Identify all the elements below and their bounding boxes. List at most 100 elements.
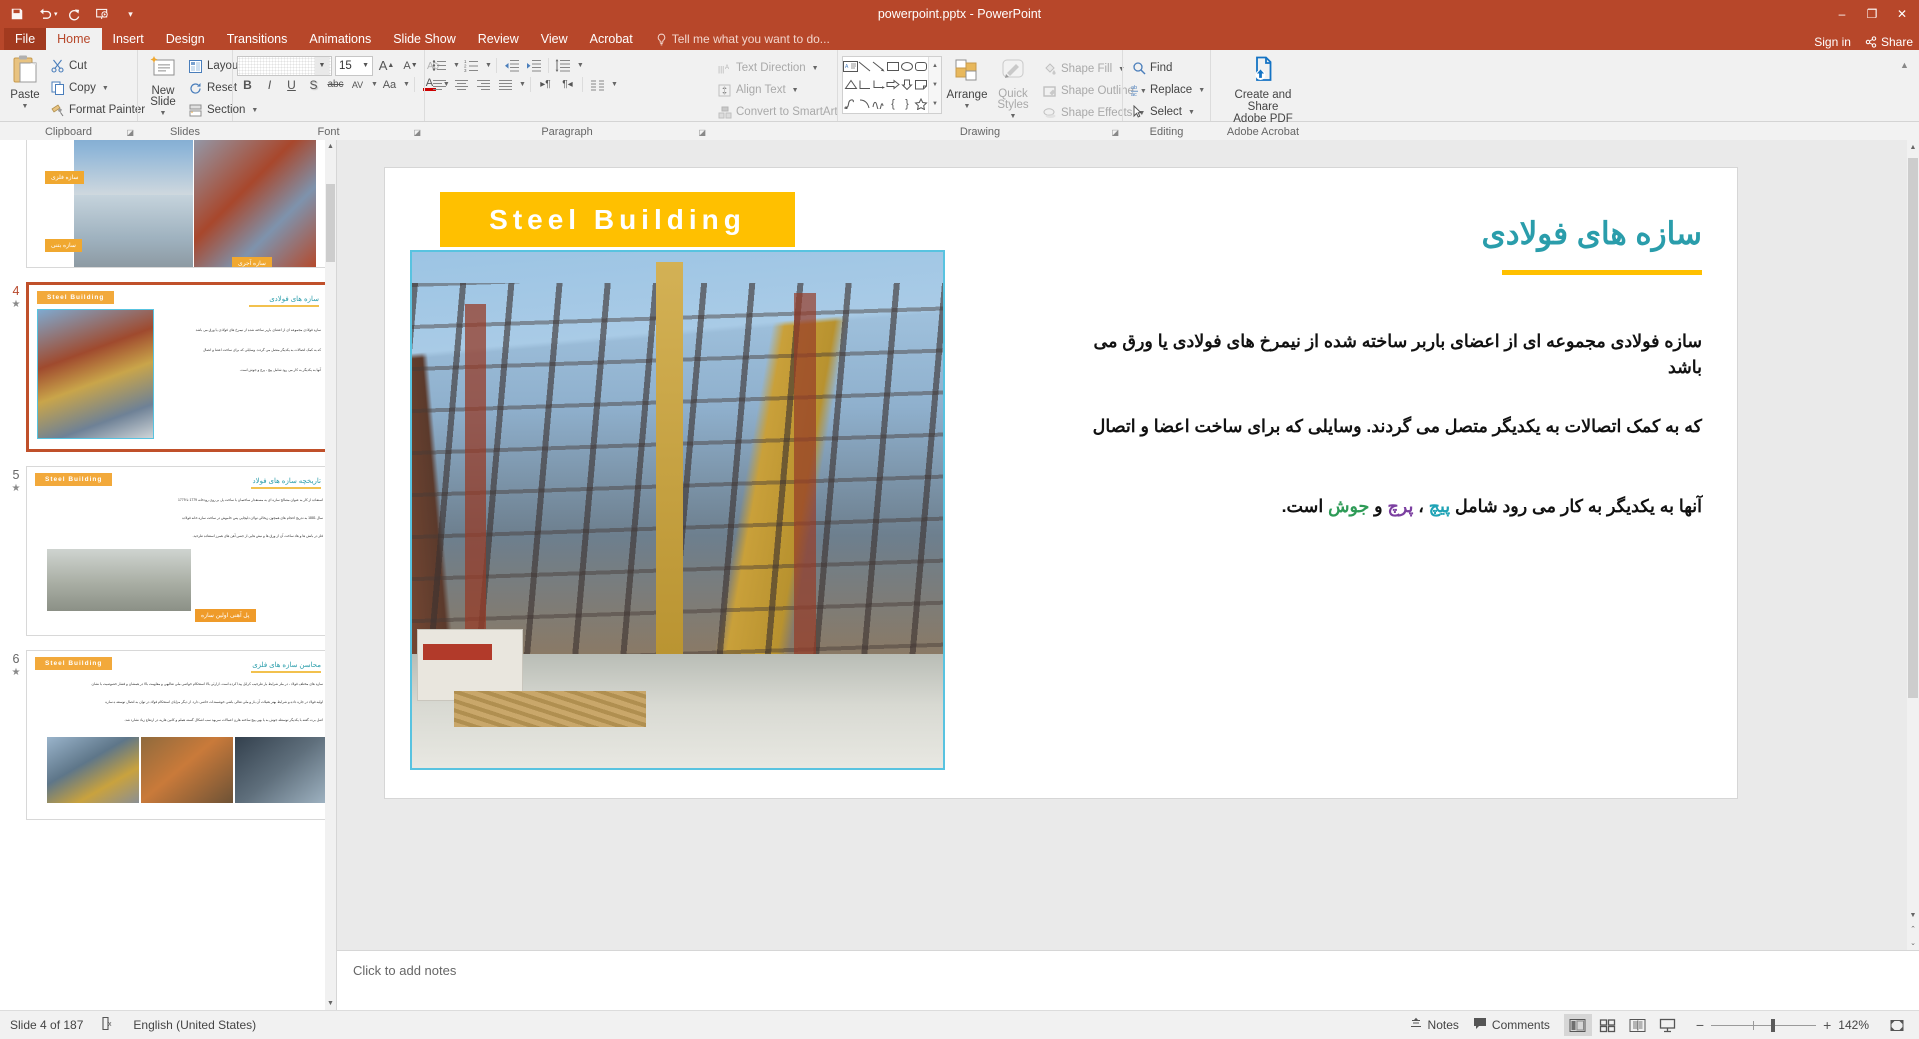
justify-button[interactable] <box>495 74 516 95</box>
shape-triangle[interactable] <box>843 76 858 95</box>
language-status[interactable]: English (United States) <box>133 1018 256 1032</box>
reading-view-button[interactable] <box>1624 1014 1652 1036</box>
slide-photo[interactable] <box>410 250 945 770</box>
tell-me-text[interactable]: Tell me what you want to do... <box>672 32 830 46</box>
align-left-button[interactable] <box>429 74 450 95</box>
account-area[interactable]: Sign in Share <box>1814 35 1913 49</box>
arrange-button[interactable]: Arrange ▼ <box>946 56 988 115</box>
shapes-more-icon[interactable]: ▼ <box>929 94 941 113</box>
tell-me-search[interactable]: Tell me what you want to do... <box>644 28 830 50</box>
shape-rounded-rect[interactable] <box>914 57 928 76</box>
slide-canvas-area[interactable]: Steel Building سازه های فولادی سازه فولا… <box>337 140 1919 950</box>
paste-button[interactable]: Paste ▼ <box>4 53 46 115</box>
ribbon-collapse-icon[interactable]: ▲ <box>1894 54 1915 75</box>
change-case-button[interactable]: Aa <box>379 74 400 95</box>
slide-heading[interactable]: سازه های فولادی <box>1482 216 1703 252</box>
notes-toggle-button[interactable]: Notes <box>1409 1017 1459 1033</box>
justify-dropdown-icon[interactable]: ▼ <box>519 81 526 88</box>
shapes-scroll-down-icon[interactable]: ▼ <box>929 76 941 95</box>
shape-arrow[interactable] <box>872 57 886 76</box>
zoom-in-button[interactable]: + <box>1823 1017 1831 1033</box>
share-button[interactable]: Share <box>1865 35 1913 49</box>
copy-dropdown-icon[interactable]: ▼ <box>102 85 109 92</box>
change-case-dropdown-icon[interactable]: ▼ <box>403 81 410 88</box>
zoom-out-button[interactable]: − <box>1696 1017 1704 1033</box>
tab-file[interactable]: File <box>4 28 46 50</box>
stage-scroll-down-icon[interactable]: ▼ <box>1907 908 1919 922</box>
tab-animations[interactable]: Animations <box>298 28 382 50</box>
stage-scroll-thumb[interactable] <box>1908 158 1918 698</box>
paragraph-dialog-launcher[interactable]: ◪ <box>698 128 706 137</box>
slide-vertical-scrollbar[interactable]: ▲ ▼ ⌃ ⌄ <box>1907 140 1919 950</box>
shape-freeform[interactable] <box>843 94 858 113</box>
convert-to-smartart-button[interactable]: Convert to SmartArt ▼ <box>713 101 855 123</box>
thumbnail-row-3[interactable]: 3 ★ سازه فلزی سازه بتنی سازه آجری <box>0 140 336 268</box>
minimize-button[interactable]: – <box>1827 0 1857 28</box>
window-controls[interactable]: – ❐ ✕ <box>1827 0 1917 28</box>
shape-down-arrow[interactable] <box>900 76 914 95</box>
panel-scroll-down-icon[interactable]: ▼ <box>325 997 336 1010</box>
shape-rectangle[interactable] <box>886 57 900 76</box>
previous-slide-icon[interactable]: ⌃ <box>1907 922 1919 936</box>
shape-arc[interactable] <box>872 94 886 113</box>
stage-scroll-up-icon[interactable]: ▲ <box>1907 140 1919 154</box>
align-right-button[interactable] <box>473 74 494 95</box>
select-button[interactable]: Select ▼ <box>1127 101 1199 123</box>
font-name-dropdown-icon[interactable]: ▼ <box>315 57 329 75</box>
copy-button[interactable]: Copy ▼ <box>46 77 149 99</box>
slide-paragraph-3[interactable]: آنها به یکدیگر به کار می رود شامل پیچ ، … <box>1082 493 1702 519</box>
tab-view[interactable]: View <box>530 28 579 50</box>
bold-button[interactable]: B <box>237 74 258 95</box>
tab-acrobat[interactable]: Acrobat <box>579 28 644 50</box>
shape-elbow-connector[interactable] <box>858 76 872 95</box>
text-shadow-button[interactable]: S <box>303 74 324 95</box>
increase-indent-button[interactable] <box>523 55 544 76</box>
shape-line[interactable] <box>858 57 872 76</box>
panel-scroll-thumb[interactable] <box>326 184 335 262</box>
align-text-dropdown-icon[interactable]: ▼ <box>792 87 799 94</box>
fit-slide-to-window-button[interactable] <box>1883 1014 1911 1036</box>
ribbon-tabs[interactable]: File Home Insert Design Transitions Anim… <box>0 28 1919 50</box>
comments-toggle-button[interactable]: Comments <box>1473 1017 1550 1033</box>
slide-counter[interactable]: Slide 4 of 187 <box>10 1018 83 1032</box>
tab-design[interactable]: Design <box>155 28 216 50</box>
shape-right-brace[interactable]: } <box>900 94 914 113</box>
shape-elbow-arrow[interactable] <box>872 76 886 95</box>
character-spacing-button[interactable]: AV <box>347 74 368 95</box>
shapes-gallery[interactable]: A { } <box>842 56 942 114</box>
zoom-slider[interactable]: − + 142% <box>1696 1017 1869 1033</box>
shape-textbox[interactable]: A <box>843 57 858 76</box>
spellcheck-icon[interactable]: x <box>101 1016 115 1034</box>
arrange-dropdown-icon[interactable]: ▼ <box>964 101 971 113</box>
current-slide[interactable]: Steel Building سازه های فولادی سازه فولا… <box>385 168 1737 798</box>
line-spacing-button[interactable] <box>553 55 574 76</box>
font-size-dropdown-icon[interactable]: ▼ <box>362 62 369 69</box>
columns-button[interactable] <box>587 74 608 95</box>
slide-thumbnail-5[interactable]: Steel Building تاریخچه سازه های فولاد اس… <box>26 466 330 636</box>
slide-show-button[interactable] <box>1654 1014 1682 1036</box>
shape-folded-corner[interactable] <box>914 76 928 95</box>
shape-left-brace[interactable]: { <box>886 94 900 113</box>
panel-scroll-up-icon[interactable]: ▲ <box>325 140 336 153</box>
slide-thumbnail-3[interactable]: سازه فلزی سازه بتنی سازه آجری <box>26 140 330 268</box>
shape-right-arrow[interactable] <box>886 76 900 95</box>
notes-pane[interactable]: Click to add notes <box>337 950 1919 1010</box>
shape-curve[interactable] <box>858 94 872 113</box>
shape-oval[interactable] <box>900 57 914 76</box>
slide-paragraph-2[interactable]: که به کمک اتصالات به یکدیگر متصل می گردن… <box>1082 413 1702 439</box>
normal-view-button[interactable] <box>1564 1014 1592 1036</box>
clipboard-dialog-launcher[interactable]: ◪ <box>126 128 134 137</box>
align-text-button[interactable]: Align Text ▼ <box>713 79 803 101</box>
slide-thumbnail-panel[interactable]: 3 ★ سازه فلزی سازه بتنی سازه آجری 4 ★ <box>0 140 337 1010</box>
tab-slide-show[interactable]: Slide Show <box>382 28 467 50</box>
text-direction-dropdown-icon[interactable]: ▼ <box>812 65 819 72</box>
rtl-text-direction-button[interactable]: ¶◂ <box>557 74 578 95</box>
create-and-share-adobe-pdf-button[interactable]: Create and Share Adobe PDF <box>1215 53 1311 127</box>
drawing-dialog-launcher[interactable]: ◪ <box>1111 128 1119 137</box>
restore-button[interactable]: ❐ <box>1857 0 1887 28</box>
italic-button[interactable]: I <box>259 74 280 95</box>
sign-in-button[interactable]: Sign in <box>1814 35 1851 49</box>
decrease-indent-button[interactable] <box>501 55 522 76</box>
find-button[interactable]: Find <box>1127 57 1176 79</box>
columns-dropdown-icon[interactable]: ▼ <box>611 81 618 88</box>
